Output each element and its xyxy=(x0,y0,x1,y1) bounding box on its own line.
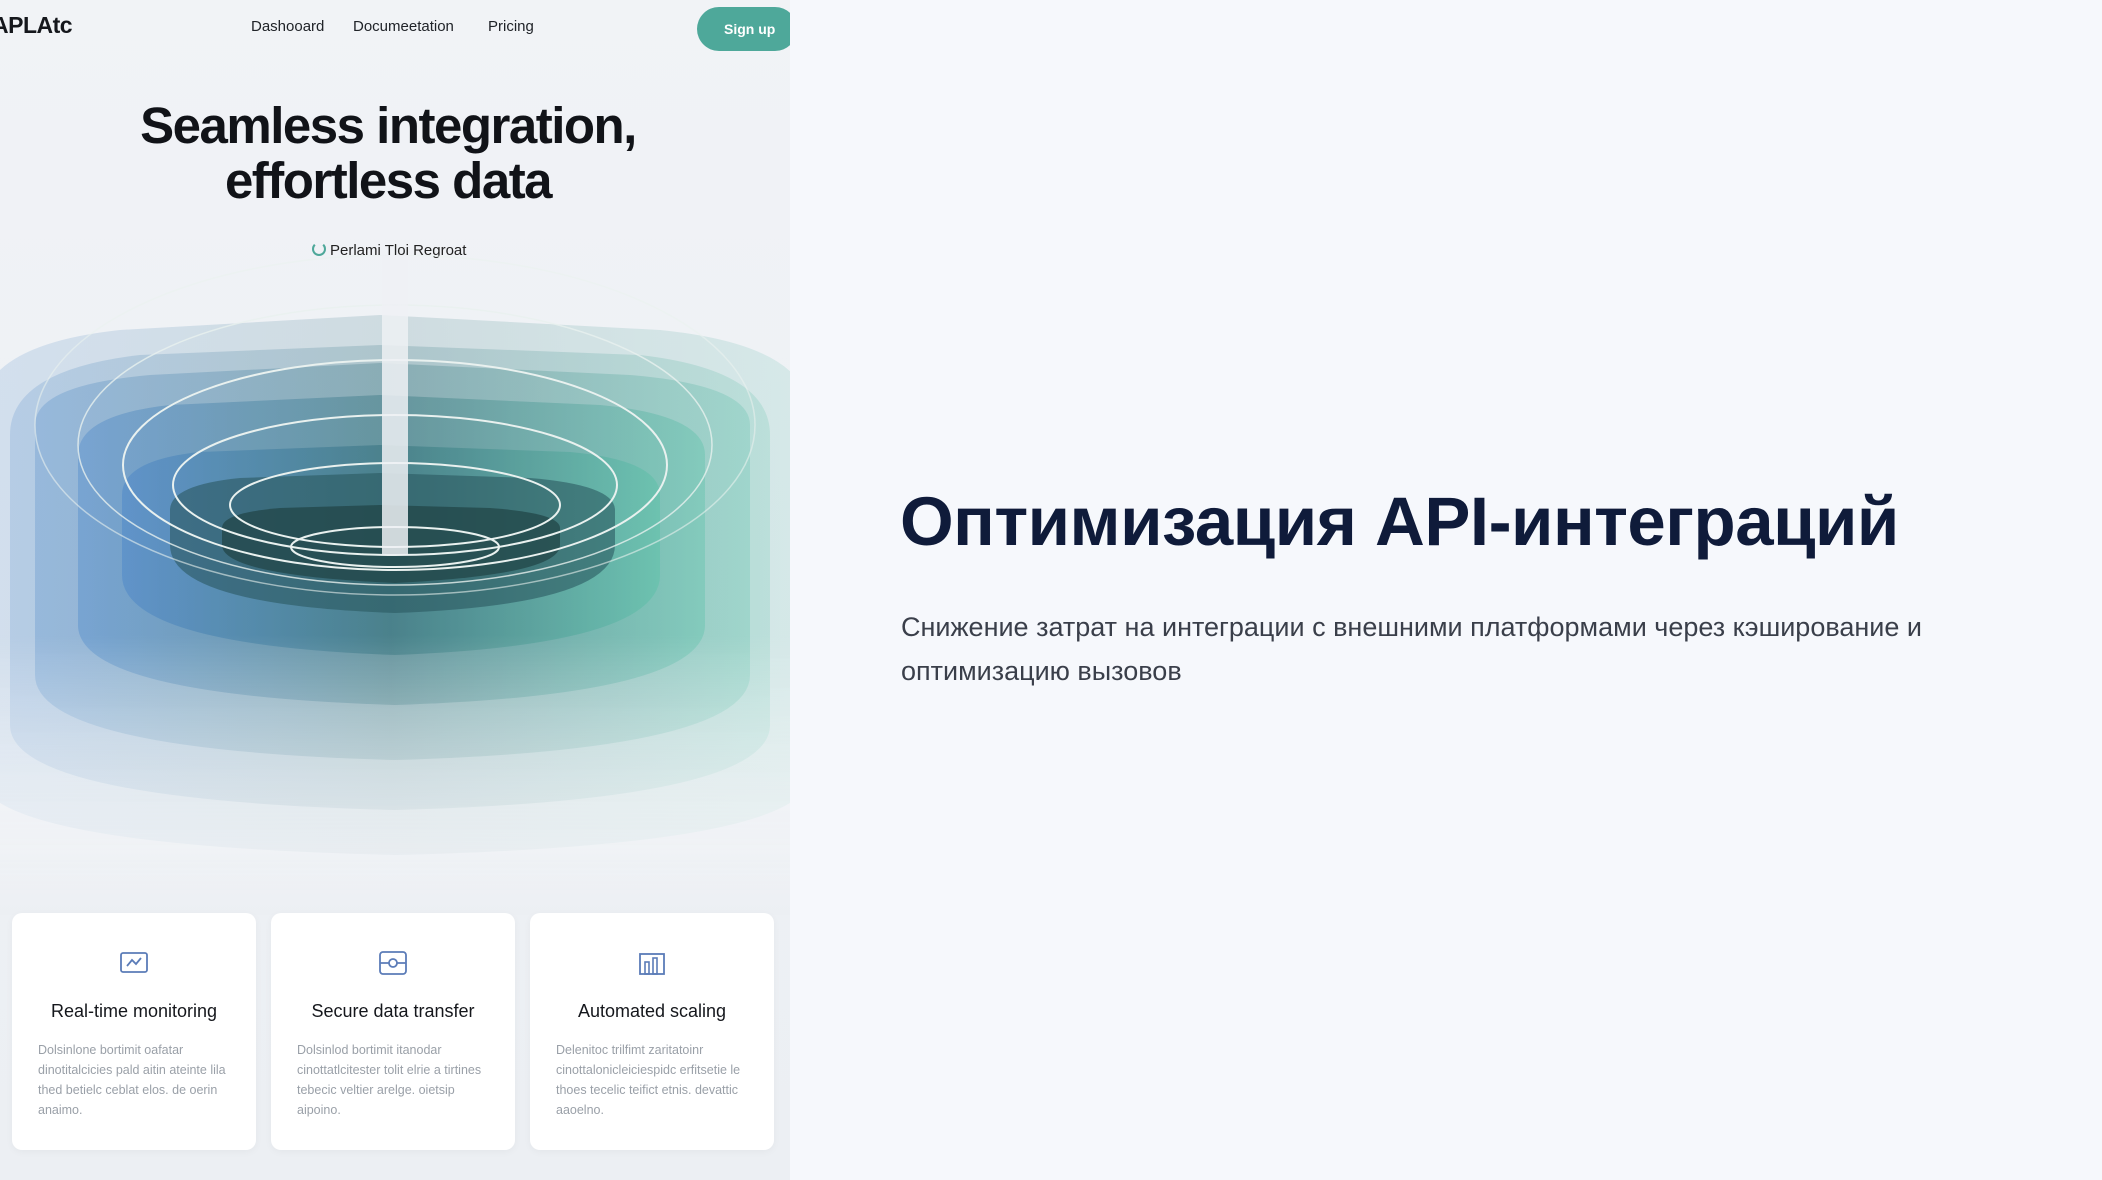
feature-title: Real-time monitoring xyxy=(50,1001,218,1021)
logo: APLAtc xyxy=(0,12,73,38)
shield-transfer-icon xyxy=(379,951,407,975)
sync-icon xyxy=(312,242,326,256)
slide-subtitle: Снижение затрат на интеграции с внешними… xyxy=(901,612,1922,686)
hero-line-1: Seamless integration, xyxy=(140,97,637,154)
chart-scaling-icon xyxy=(639,953,665,975)
hero-line-2: effortless data xyxy=(224,152,553,209)
feature-description: Delenitoc trilfimt zaritatoinr cinottalo… xyxy=(556,1043,741,1117)
feature-card-scaling: Automated scaling Delenitoc trilfimt zar… xyxy=(530,913,774,1150)
website-mockup: APLAtc Dashooard Documeetation Pricing S… xyxy=(0,0,790,1180)
feature-card-secure-transfer: Secure data transfer Dolsinlod bortimit … xyxy=(271,913,515,1150)
slide-title: Оптимизация API-интеграций xyxy=(900,483,1899,560)
feature-description: Dolsinlod bortimit itanodar cinottatlcit… xyxy=(297,1043,482,1117)
nav-link-dashboard[interactable]: Dashooard xyxy=(251,18,324,35)
nav-link-pricing[interactable]: Pricing xyxy=(488,18,534,35)
feature-title: Secure data transfer xyxy=(311,1001,475,1021)
signup-button[interactable]: Sign up xyxy=(697,7,790,51)
nav-link-documentation[interactable]: Documeetation xyxy=(353,18,454,35)
concentric-rings-graphic xyxy=(0,255,790,915)
hero-heading: Seamless integration, effortless data xyxy=(0,98,776,208)
feature-description: Dolsinlone bortimit oafatar dinotitalcic… xyxy=(38,1043,226,1117)
feature-title: Automated scaling xyxy=(577,1001,727,1021)
feature-card-monitoring: Real-time monitoring Dolsinlone bortimit… xyxy=(12,913,256,1150)
monitor-icon xyxy=(120,952,148,973)
